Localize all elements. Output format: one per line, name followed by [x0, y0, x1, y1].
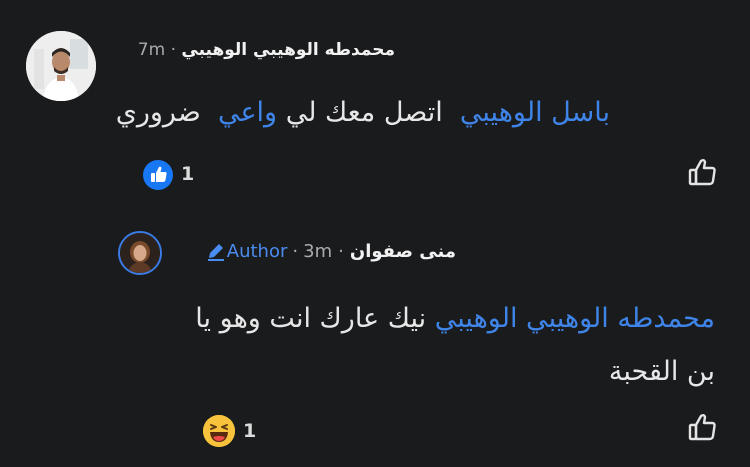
header-separator: · — [170, 40, 176, 60]
reaction-count[interactable]: 1 — [243, 420, 256, 442]
header-separator: · — [292, 240, 299, 262]
like-button[interactable] — [686, 155, 720, 189]
haha-reaction-icon[interactable] — [203, 415, 235, 447]
pencil-icon — [207, 244, 224, 261]
mention-link[interactable]: محمدطه الوهيبي الوهيبي — [435, 303, 715, 334]
author-label: Author — [226, 240, 288, 262]
mention-link[interactable]: واعي — [218, 97, 277, 128]
comment-text-end: ضروري — [115, 97, 201, 128]
comment-text: باسل الوهيبي اتصل معك لي واعي ضروري — [116, 93, 610, 133]
comment-text-mid: اتصل معك لي — [285, 97, 443, 128]
reply-author-name[interactable]: منى صفوان — [350, 241, 456, 262]
comment-header: محمدطه الوهيبي الوهيبي · 7m — [115, 40, 395, 64]
commenter-avatar[interactable] — [26, 31, 96, 101]
reply-time[interactable]: 3m — [303, 241, 332, 262]
like-button[interactable] — [686, 410, 720, 444]
mention-link[interactable]: باسل الوهيبي — [460, 97, 610, 128]
author-badge: Author — [205, 240, 288, 262]
reply-header: منى صفوان · 3m · Author — [176, 238, 456, 264]
commenter-name[interactable]: محمدطه الوهيبي الوهيبي — [181, 40, 395, 60]
comment-time[interactable]: 7m — [138, 40, 165, 60]
header-separator: · — [338, 240, 344, 262]
reaction-count[interactable]: 1 — [181, 163, 194, 185]
like-reaction-icon[interactable] — [143, 160, 173, 190]
reply-text: محمدطه الوهيبي الوهيبي نيك عارك انت وهو … — [180, 292, 715, 398]
reply-avatar[interactable] — [118, 231, 162, 275]
